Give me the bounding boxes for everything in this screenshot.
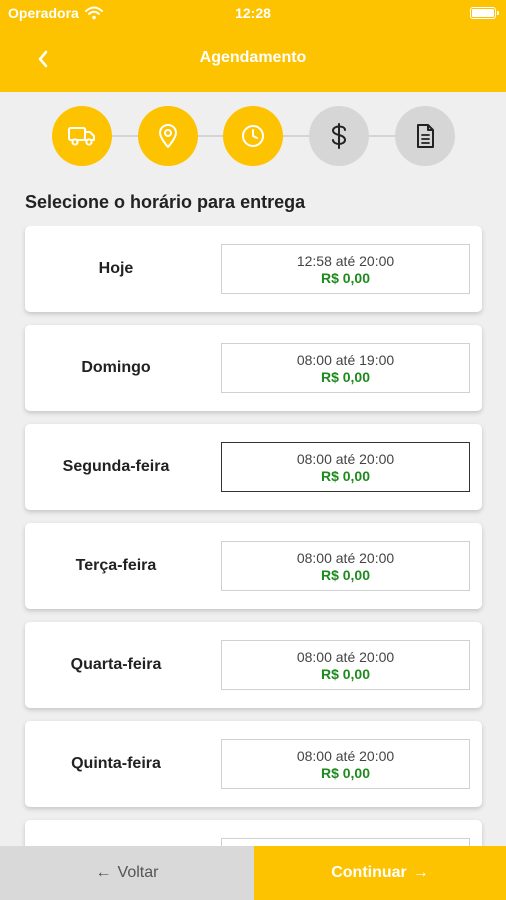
- clock-icon: [242, 125, 264, 147]
- document-icon: [417, 124, 434, 148]
- time-range: 12:58 até 20:00: [296, 252, 395, 269]
- step-payment[interactable]: [309, 106, 369, 166]
- location-pin-icon: [159, 124, 177, 148]
- delivery-price: R$ 0,00: [320, 665, 371, 682]
- time-range: 08:00 até 20:00: [296, 747, 395, 764]
- delivery-price: R$ 0,00: [320, 764, 371, 781]
- time-slot-option[interactable]: 08:00 até 20:00 R$ 0,00: [221, 739, 470, 789]
- time-slot-option[interactable]: 12:58 até 20:00 R$ 0,00: [221, 244, 470, 294]
- day-label: Domingo: [81, 359, 151, 376]
- day-card-tuesday: Terça-feira 08:00 até 20:00 R$ 0,00: [25, 523, 482, 609]
- time-slot-option[interactable]: 08:00 até 20:00 R$ 0,00: [221, 541, 470, 591]
- time-range: 08:00 até 19:00: [296, 351, 395, 368]
- day-label: Quarta-feira: [70, 656, 162, 673]
- day-label: Terça-feira: [75, 557, 157, 574]
- time-slot-option[interactable]: [221, 838, 470, 846]
- day-label: Quinta-feira: [71, 755, 161, 772]
- back-button[interactable]: ← Voltar: [0, 846, 254, 900]
- continue-button[interactable]: Continuar →: [254, 846, 506, 900]
- battery-icon: [470, 7, 499, 19]
- time-slot-option-selected[interactable]: 08:00 até 20:00 R$ 0,00: [221, 442, 470, 492]
- time-range: 08:00 até 20:00: [296, 648, 395, 665]
- time-range: 08:00 até 20:00: [296, 549, 395, 566]
- arrow-right-icon: →: [412, 864, 429, 881]
- day-card-sunday: Domingo 08:00 até 19:00 R$ 0,00: [25, 325, 482, 411]
- time-range: 08:00 até 20:00: [296, 450, 395, 467]
- step-schedule[interactable]: [223, 106, 283, 166]
- arrow-left-icon: ←: [95, 864, 112, 881]
- dollar-icon: [331, 123, 347, 149]
- truck-icon: [68, 127, 95, 146]
- day-card-partial: [25, 820, 482, 846]
- back-button-label: Voltar: [117, 864, 159, 881]
- delivery-price: R$ 0,00: [320, 368, 371, 385]
- footer-actions: ← Voltar Continuar →: [0, 846, 506, 900]
- delivery-price: R$ 0,00: [320, 467, 371, 484]
- day-card-monday: Segunda-feira 08:00 até 20:00 R$ 0,00: [25, 424, 482, 510]
- day-card-today: Hoje 12:58 até 20:00 R$ 0,00: [25, 226, 482, 312]
- day-label: Hoje: [98, 260, 134, 277]
- progress-stepper: [0, 92, 506, 182]
- step-delivery[interactable]: [52, 106, 112, 166]
- time-slot-option[interactable]: 08:00 até 20:00 R$ 0,00: [221, 640, 470, 690]
- step-address[interactable]: [138, 106, 198, 166]
- day-label: Segunda-feira: [62, 458, 170, 475]
- step-summary[interactable]: [395, 106, 455, 166]
- section-title: Selecione o horário para entrega: [25, 192, 306, 212]
- delivery-time-list: Hoje 12:58 até 20:00 R$ 0,00 Domingo 08:…: [0, 226, 506, 846]
- status-time: 12:28: [235, 5, 271, 21]
- navigation-bar: Agendamento: [0, 28, 506, 92]
- delivery-price: R$ 0,00: [320, 566, 371, 583]
- day-card-thursday: Quinta-feira 08:00 até 20:00 R$ 0,00: [25, 721, 482, 807]
- status-bar: Operadora 12:28: [0, 0, 506, 28]
- continue-button-label: Continuar: [331, 864, 407, 881]
- time-slot-option[interactable]: 08:00 até 19:00 R$ 0,00: [221, 343, 470, 393]
- page-title: Agendamento: [199, 49, 307, 66]
- day-card-wednesday: Quarta-feira 08:00 até 20:00 R$ 0,00: [25, 622, 482, 708]
- delivery-price: R$ 0,00: [320, 269, 371, 286]
